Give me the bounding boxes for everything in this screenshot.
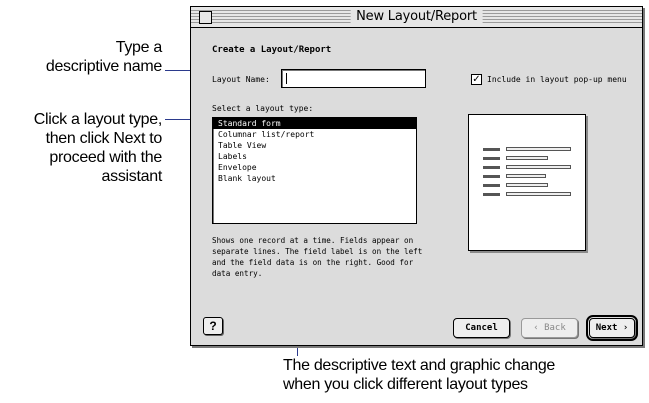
close-box[interactable] [199, 11, 212, 24]
new-layout-dialog: New Layout/Report Create a Layout/Report… [190, 6, 643, 346]
list-item-labels[interactable]: Labels [213, 151, 416, 162]
layout-description: Shows one record at a time. Fields appea… [212, 236, 423, 278]
back-button[interactable]: ‹ Back [521, 318, 578, 338]
dialog-title: New Layout/Report [350, 8, 483, 26]
callout-desc-hint: The descriptive text and graphic change … [283, 357, 556, 393]
select-layout-type-label: Select a layout type: [212, 104, 314, 113]
text-caret [286, 73, 287, 84]
layout-name-input[interactable] [281, 69, 426, 88]
list-item-table-view[interactable]: Table View [213, 140, 416, 151]
cancel-button[interactable]: Cancel [453, 318, 510, 338]
callout-type-hint: Click a layout type, then click Next to … [33, 111, 163, 185]
help-button[interactable]: ? [203, 317, 223, 335]
next-button[interactable]: Next › [586, 315, 638, 341]
dialog-titlebar[interactable]: New Layout/Report [191, 7, 642, 28]
list-item-columnar-list[interactable]: Columnar list/report [213, 129, 416, 140]
layout-name-label: Layout Name: [212, 75, 270, 84]
include-in-menu-label[interactable]: Include in layout pop-up menu [487, 75, 627, 84]
help-icon: ? [209, 319, 217, 333]
layout-type-list[interactable]: Standard form Columnar list/report Table… [212, 117, 417, 224]
dialog-heading: Create a Layout/Report [212, 45, 332, 55]
checkmark-icon: ✓ [472, 74, 481, 85]
list-item-standard-form[interactable]: Standard form [213, 118, 416, 129]
list-item-envelope[interactable]: Envelope [213, 162, 416, 173]
callout-name-hint: Type a descriptive name [45, 39, 162, 75]
layout-preview-graphic [468, 114, 586, 251]
include-in-menu-checkbox[interactable]: ✓ [471, 74, 482, 85]
list-item-blank-layout[interactable]: Blank layout [213, 173, 416, 184]
